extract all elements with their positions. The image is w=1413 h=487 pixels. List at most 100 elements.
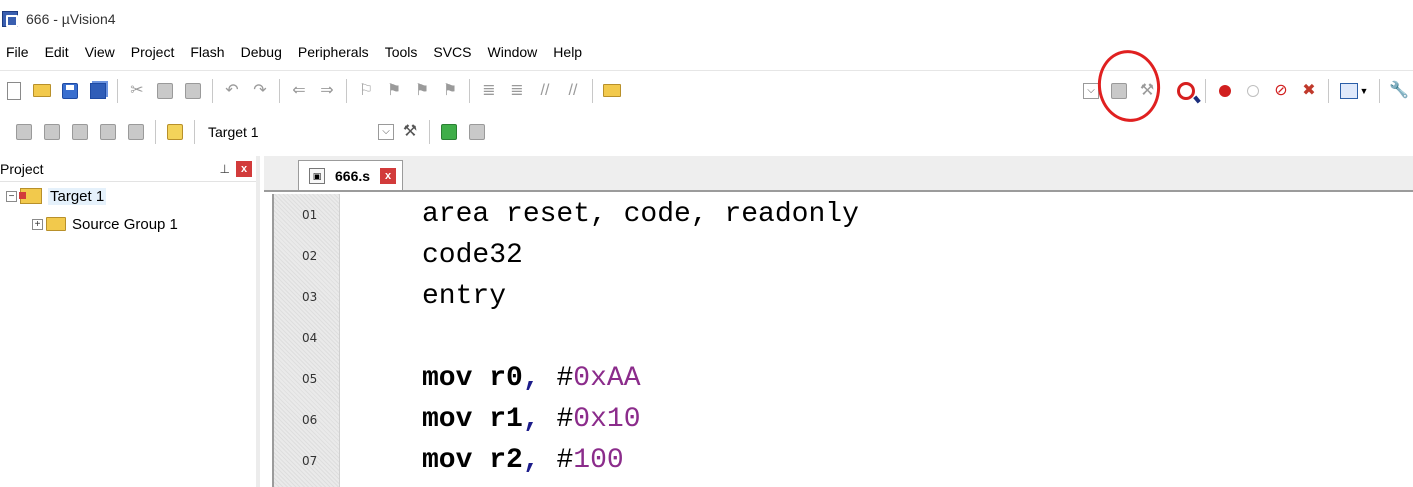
code-editor[interactable]: 01 area reset, code, readonly 02 code32 …: [272, 194, 1413, 487]
find-dropdown[interactable]: ⌵: [1079, 79, 1103, 103]
download-button[interactable]: [163, 120, 187, 144]
expand-icon[interactable]: +: [32, 218, 43, 230]
open-file-button[interactable]: [30, 79, 54, 103]
save-all-icon: [90, 82, 106, 99]
cut-button[interactable]: ✂: [125, 79, 149, 103]
nav-forward-button[interactable]: ⇒: [315, 79, 339, 103]
save-button[interactable]: [58, 79, 82, 103]
wrench-icon: 🔧: [1389, 81, 1409, 99]
nav-forward-icon: ⇒: [320, 81, 334, 99]
code-line: 04: [274, 317, 1413, 358]
bookmark-button[interactable]: ⚐: [354, 79, 378, 103]
line-number: 04: [302, 330, 318, 345]
menu-debug[interactable]: Debug: [233, 40, 290, 64]
manage-components-icon: [441, 124, 457, 140]
menu-file[interactable]: File: [0, 40, 37, 64]
save-all-button[interactable]: [86, 79, 110, 103]
comment-button[interactable]: //: [533, 79, 557, 103]
start-debug-button[interactable]: [1174, 79, 1198, 103]
translate-icon: [16, 124, 32, 140]
copy-button[interactable]: [153, 79, 177, 103]
immediate: 100: [573, 445, 624, 476]
find-in-files-icon: [603, 84, 621, 97]
line-number: 02: [302, 248, 318, 263]
menu-edit[interactable]: Edit: [37, 40, 77, 64]
insert-breakpoint-button[interactable]: [1213, 79, 1237, 103]
line-number: 05: [302, 371, 318, 386]
tab-666-s[interactable]: ▣ 666.s x: [298, 160, 404, 190]
paste-icon: [185, 82, 201, 99]
bookmark-next-button[interactable]: ⚑: [410, 79, 434, 103]
rebuild-button[interactable]: [68, 120, 92, 144]
collapse-icon[interactable]: −: [6, 190, 17, 202]
code-text: code32: [422, 240, 523, 271]
paste-button[interactable]: [181, 79, 205, 103]
toolbar-separator: [279, 78, 280, 103]
menu-svcs[interactable]: SVCS: [425, 40, 479, 64]
indent-icon: ≣: [482, 81, 496, 99]
unindent-button[interactable]: ≣: [505, 79, 529, 103]
stop-build-button[interactable]: [124, 120, 148, 144]
configure-button[interactable]: 🔧: [1387, 79, 1411, 103]
close-panel-button[interactable]: x: [236, 160, 252, 177]
line-number: 03: [302, 289, 318, 304]
cut-icon: ✂: [130, 81, 144, 99]
menu-window[interactable]: Window: [480, 40, 546, 64]
enable-breakpoint-icon: [1247, 84, 1259, 97]
bookmark-prev-button[interactable]: ⚑: [382, 79, 406, 103]
menu-help[interactable]: Help: [545, 40, 590, 64]
incremental-find-button[interactable]: ⚒: [1135, 79, 1159, 103]
menu-project[interactable]: Project: [123, 40, 183, 64]
toolbar-separator: [1379, 78, 1380, 103]
tree-item-label: Source Group 1: [72, 215, 178, 233]
nav-back-button[interactable]: ⇐: [287, 79, 311, 103]
kill-breakpoints-button[interactable]: ✖: [1297, 79, 1321, 103]
open-folder-icon: [33, 84, 51, 97]
folder-icon: [46, 217, 66, 231]
toolbar-separator: [592, 78, 593, 103]
disable-breakpoints-icon: ⊘: [1274, 81, 1288, 99]
target-options-button[interactable]: ⚒: [398, 120, 422, 144]
redo-button[interactable]: ↷: [248, 79, 272, 103]
unindent-icon: ≣: [510, 81, 524, 99]
window-layout-button[interactable]: ▼: [1336, 79, 1372, 103]
immediate: 0x10: [573, 404, 641, 435]
close-tab-button[interactable]: x: [380, 167, 397, 184]
undo-button[interactable]: ↶: [220, 79, 244, 103]
manage-components-button[interactable]: [437, 120, 461, 144]
translate-button[interactable]: [12, 120, 36, 144]
toolbar-separator: [194, 120, 195, 144]
kill-breakpoints-icon: ✖: [1302, 81, 1316, 99]
enable-breakpoint-button[interactable]: [1241, 79, 1265, 103]
undo-icon: ↶: [225, 81, 239, 99]
menu-flash[interactable]: Flash: [182, 40, 232, 64]
menu-view[interactable]: View: [77, 40, 123, 64]
new-file-button[interactable]: [2, 79, 26, 103]
redo-icon: ↷: [253, 81, 267, 99]
target-icon: [19, 188, 42, 204]
file-toolbar: ✂ ↶ ↷ ⇐ ⇒ ⚐ ⚑ ⚑ ⚑ ≣ ≣ // // ⌵ ⚒ ⊘ ✖ ▼ 🔧: [0, 70, 1413, 110]
disable-breakpoints-button[interactable]: ⊘: [1269, 79, 1293, 103]
batch-build-button[interactable]: [96, 120, 120, 144]
bookmark-clear-button[interactable]: ⚑: [438, 79, 462, 103]
chevron-down-icon: ▼: [1359, 85, 1369, 96]
menu-tools[interactable]: Tools: [377, 40, 426, 64]
pin-icon[interactable]: ⊥: [220, 162, 230, 176]
toolbar-separator: [117, 78, 118, 103]
indent-button[interactable]: ≣: [477, 79, 501, 103]
menu-peripherals[interactable]: Peripherals: [290, 40, 377, 64]
code-text: mov r1, #0x10: [422, 404, 641, 435]
title-bar: 666 - µVision4: [0, 0, 1413, 38]
select-packs-button[interactable]: [465, 120, 489, 144]
uncomment-button[interactable]: //: [561, 79, 585, 103]
find-in-files-button[interactable]: [600, 79, 624, 103]
tree-item-source-group[interactable]: + Source Group 1: [0, 210, 256, 238]
comment-icon: //: [540, 81, 550, 99]
find-button[interactable]: [1107, 79, 1131, 103]
target-select[interactable]: Target 1 ⌵: [206, 121, 396, 143]
target-options-icon: ⚒: [402, 123, 418, 140]
tree-item-target[interactable]: − Target 1: [0, 182, 256, 210]
build-button[interactable]: [40, 120, 64, 144]
toolbar-separator: [469, 78, 470, 103]
panel-controls: ⊥ x: [220, 160, 252, 177]
